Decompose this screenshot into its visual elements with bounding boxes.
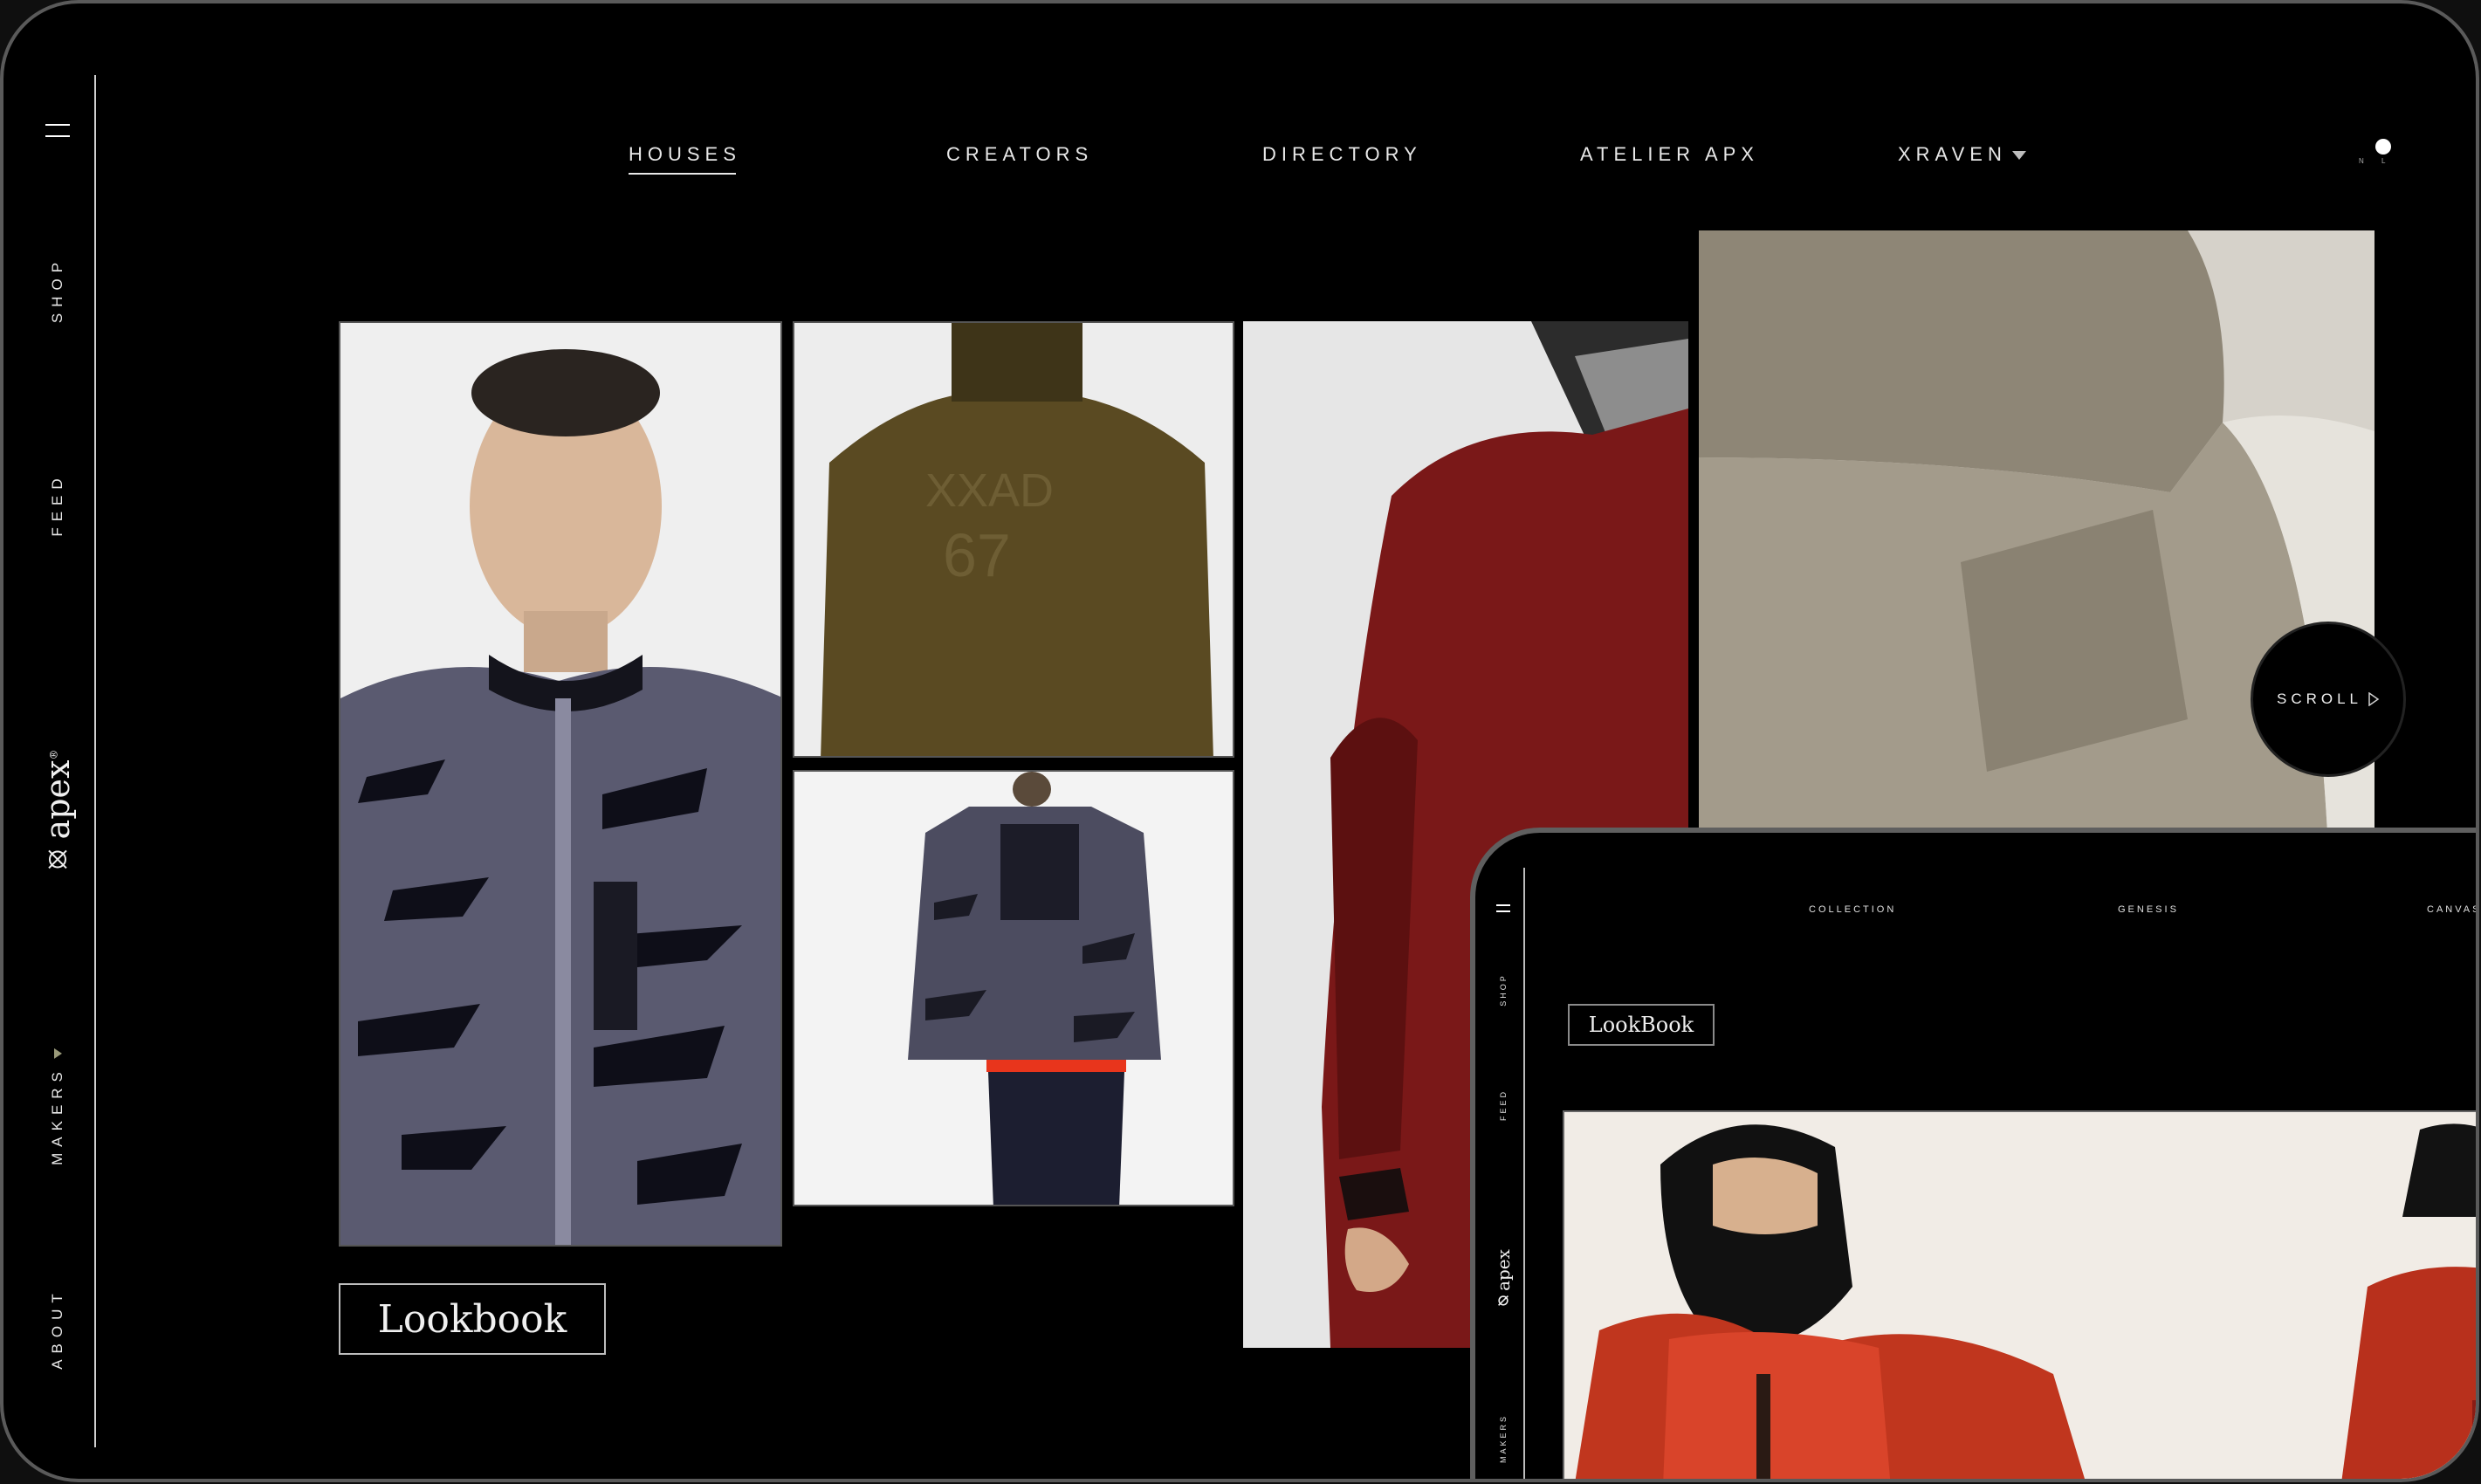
nav-houses[interactable]: HOUSES: [629, 143, 741, 175]
hamburger-menu-icon[interactable]: [45, 124, 70, 143]
tablet-lookbook-caption[interactable]: LookBook: [1568, 1004, 1715, 1046]
velvet-bomber-back-image: [794, 772, 1233, 1205]
tablet-sidebar-item-shop[interactable]: SHOP: [1499, 973, 1508, 1007]
play-arrow-icon: [2368, 692, 2380, 706]
lookbook-caption[interactable]: Lookbook: [339, 1283, 606, 1355]
sidebar-divider: [94, 75, 96, 1447]
caret-right-icon: [54, 1048, 63, 1060]
apex-logo-mark-icon: [48, 849, 67, 869]
model-velvet-bomber-image: [340, 323, 780, 1245]
svg-text:XXAD: XXAD: [925, 464, 1054, 517]
sidebar-item-makers[interactable]: MAKERS: [49, 1048, 66, 1165]
nav-directory[interactable]: DIRECTORY: [1262, 143, 1422, 166]
nav-creators[interactable]: CREATORS: [946, 143, 1093, 166]
nav-xraven[interactable]: XRAVEN: [1898, 143, 2026, 166]
tablet-sidebar-item-feed[interactable]: FEED: [1499, 1089, 1508, 1121]
tablet-sidebar-divider: [1523, 868, 1525, 1479]
gallery-image-olive-jacket-back[interactable]: XXAD 67: [793, 321, 1234, 758]
theme-toggle-right-label: L: [2381, 157, 2386, 165]
brand-logo-text: apex®: [38, 749, 77, 840]
balaclava-red-jacket-image: [1564, 1112, 2476, 1479]
nav-atelier-apx[interactable]: ATELIER APX: [1580, 143, 1759, 166]
brand-logo[interactable]: apex®: [38, 750, 77, 871]
sidebar-item-shop[interactable]: SHOP: [49, 257, 66, 323]
sidebar-item-about[interactable]: ABOUT: [49, 1288, 66, 1370]
scroll-button[interactable]: SCROLL: [2251, 622, 2406, 777]
gallery-image-bomber-back[interactable]: [793, 770, 1234, 1206]
chevron-down-icon: [2011, 151, 2026, 161]
olive-hooded-jacket-image: XXAD 67: [794, 323, 1233, 756]
tablet-apex-logo-mark-icon: [1498, 1295, 1509, 1306]
tablet-sidebar-item-makers[interactable]: MAKERS: [1499, 1414, 1508, 1463]
tablet-nav-genesis[interactable]: GENESIS: [2118, 904, 2179, 915]
desktop-device-frame: SHOP FEED apex® MAKERS ABOUT HOUSES CREA…: [0, 0, 2479, 1482]
gallery-image-model-front[interactable]: [339, 321, 782, 1247]
svg-text:67: 67: [943, 521, 1011, 589]
theme-toggle-left-label: N: [2359, 157, 2364, 165]
theme-toggle[interactable]: N L: [2352, 134, 2395, 169]
tablet-nav-collection[interactable]: COLLECTION: [1809, 904, 1896, 915]
tablet-hamburger-menu-icon[interactable]: [1496, 904, 1510, 915]
tablet-hero-image[interactable]: [1563, 1110, 2476, 1479]
tablet-brand-logo-text: apex: [1493, 1249, 1514, 1291]
tablet-brand-logo[interactable]: apex: [1493, 1249, 1514, 1307]
sidebar-item-feed[interactable]: FEED: [49, 472, 66, 536]
tablet-device-frame: SHOP FEED apex MAKERS COLLECTION GENESIS…: [1470, 828, 2476, 1479]
tablet-nav-canvas[interactable]: CANVAS: [2427, 904, 2476, 915]
